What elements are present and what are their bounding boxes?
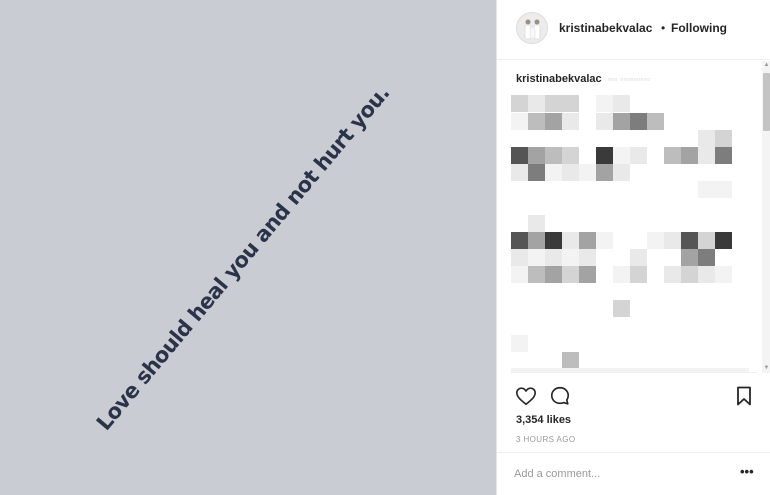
- comments-scrollbar[interactable]: ▲ ▼: [762, 61, 770, 373]
- obscured-pixel: [681, 232, 698, 249]
- obscured-pixel: [630, 147, 647, 164]
- post-quote-text: Love should heal you and not hurt you.: [91, 81, 395, 435]
- following-button[interactable]: Following: [671, 21, 727, 35]
- comment-bubble-icon[interactable]: [549, 385, 571, 412]
- obscured-pixel: [545, 95, 562, 112]
- obscured-pixel: [698, 266, 715, 283]
- obscured-pixel: [528, 266, 545, 283]
- obscured-pixel: [681, 266, 698, 283]
- obscured-pixel: [511, 113, 528, 130]
- obscured-pixel: [647, 232, 664, 249]
- obscured-pixel: [613, 300, 630, 317]
- obscured-pixel: [562, 164, 579, 181]
- obscured-pixel: [698, 147, 715, 164]
- obscured-pixel: [562, 95, 579, 112]
- avatar[interactable]: [516, 12, 548, 44]
- obscured-pixel: [528, 215, 545, 232]
- obscured-pixel: [545, 249, 562, 266]
- post-timestamp[interactable]: 3 HOURS AGO: [516, 435, 576, 444]
- add-comment-bar: •••: [497, 452, 770, 495]
- obscured-pixel: [579, 232, 596, 249]
- obscured-pixel: [545, 266, 562, 283]
- obscured-pixel: [698, 232, 715, 249]
- profile-photo-icon: [517, 13, 547, 43]
- obscured-pixel: [562, 249, 579, 266]
- obscured-pixel: [562, 113, 579, 130]
- header-username-link[interactable]: kristinabekvalac: [559, 21, 652, 35]
- caption: kristinabekvalac ▫▫▫ ▫▫▫▫▫▫▫▫▫: [516, 73, 650, 85]
- bookmark-icon[interactable]: [735, 386, 753, 411]
- obscured-pixel: [664, 232, 681, 249]
- obscured-pixel: [528, 164, 545, 181]
- post-header: kristinabekvalac • Following: [497, 0, 770, 60]
- obscured-pixel: [715, 266, 732, 283]
- scroll-up-arrow-icon[interactable]: ▲: [762, 61, 770, 70]
- caption-text-obscured: ▫▫▫ ▫▫▫▫▫▫▫▫▫: [607, 75, 651, 84]
- obscured-pixel: [698, 181, 715, 198]
- obscured-pixel: [511, 164, 528, 181]
- actions-divider: [511, 372, 757, 373]
- obscured-pixel: [511, 232, 528, 249]
- obscured-pixel: [511, 95, 528, 112]
- obscured-pixel: [664, 266, 681, 283]
- obscured-pixel: [528, 249, 545, 266]
- obscured-pixel: [664, 147, 681, 164]
- obscured-pixel: [545, 147, 562, 164]
- obscured-pixel: [528, 232, 545, 249]
- obscured-pixel: [715, 147, 732, 164]
- obscured-pixel: [511, 147, 528, 164]
- scrollbar-thumb[interactable]: [763, 73, 770, 131]
- obscured-pixel: [596, 232, 613, 249]
- add-comment-input[interactable]: [514, 464, 714, 484]
- obscured-pixel: [562, 147, 579, 164]
- obscured-pixel: [596, 113, 613, 130]
- obscured-pixel: [596, 95, 613, 112]
- obscured-pixel: [511, 266, 528, 283]
- obscured-pixel: [681, 249, 698, 266]
- obscured-pixel: [681, 147, 698, 164]
- obscured-pixel: [613, 164, 630, 181]
- likes-count[interactable]: 3,354 likes: [516, 414, 571, 426]
- obscured-pixel: [596, 147, 613, 164]
- obscured-pixel: [647, 113, 664, 130]
- obscured-pixel: [698, 130, 715, 147]
- obscured-pixel: [528, 113, 545, 130]
- obscured-pixel: [630, 113, 647, 130]
- obscured-pixel: [545, 113, 562, 130]
- obscured-pixel: [545, 232, 562, 249]
- obscured-pixel: [698, 249, 715, 266]
- obscured-pixel: [528, 147, 545, 164]
- caption-username-link[interactable]: kristinabekvalac: [516, 73, 602, 85]
- obscured-pixel: [613, 147, 630, 164]
- obscured-pixel: [528, 95, 545, 112]
- obscured-pixel: [613, 266, 630, 283]
- obscured-pixel: [562, 352, 579, 369]
- post-side-panel: kristinabekvalac • Following kristinabek…: [496, 0, 770, 495]
- obscured-pixel: [562, 266, 579, 283]
- obscured-pixel: [613, 113, 630, 130]
- obscured-pixel: [715, 181, 732, 198]
- scroll-down-arrow-icon[interactable]: ▼: [762, 364, 770, 373]
- obscured-pixel: [596, 164, 613, 181]
- obscured-pixel: [545, 164, 562, 181]
- post-image[interactable]: Love should heal you and not hurt you.: [0, 0, 496, 495]
- obscured-pixel: [579, 249, 596, 266]
- comments-list[interactable]: kristinabekvalac ▫▫▫ ▫▫▫▫▫▫▫▫▫ ▲ ▼: [497, 61, 770, 373]
- obscured-pixel: [715, 232, 732, 249]
- header-separator: •: [661, 21, 666, 35]
- obscured-pixel: [613, 95, 630, 112]
- obscured-pixel: [511, 335, 528, 352]
- obscured-pixel: [630, 266, 647, 283]
- obscured-pixel: [715, 130, 732, 147]
- obscured-pixel: [562, 232, 579, 249]
- obscured-pixel: [579, 266, 596, 283]
- heart-icon[interactable]: [515, 385, 537, 412]
- obscured-pixel: [511, 249, 528, 266]
- more-options-icon[interactable]: •••: [740, 464, 754, 479]
- obscured-pixel: [630, 249, 647, 266]
- obscured-pixel: [579, 164, 596, 181]
